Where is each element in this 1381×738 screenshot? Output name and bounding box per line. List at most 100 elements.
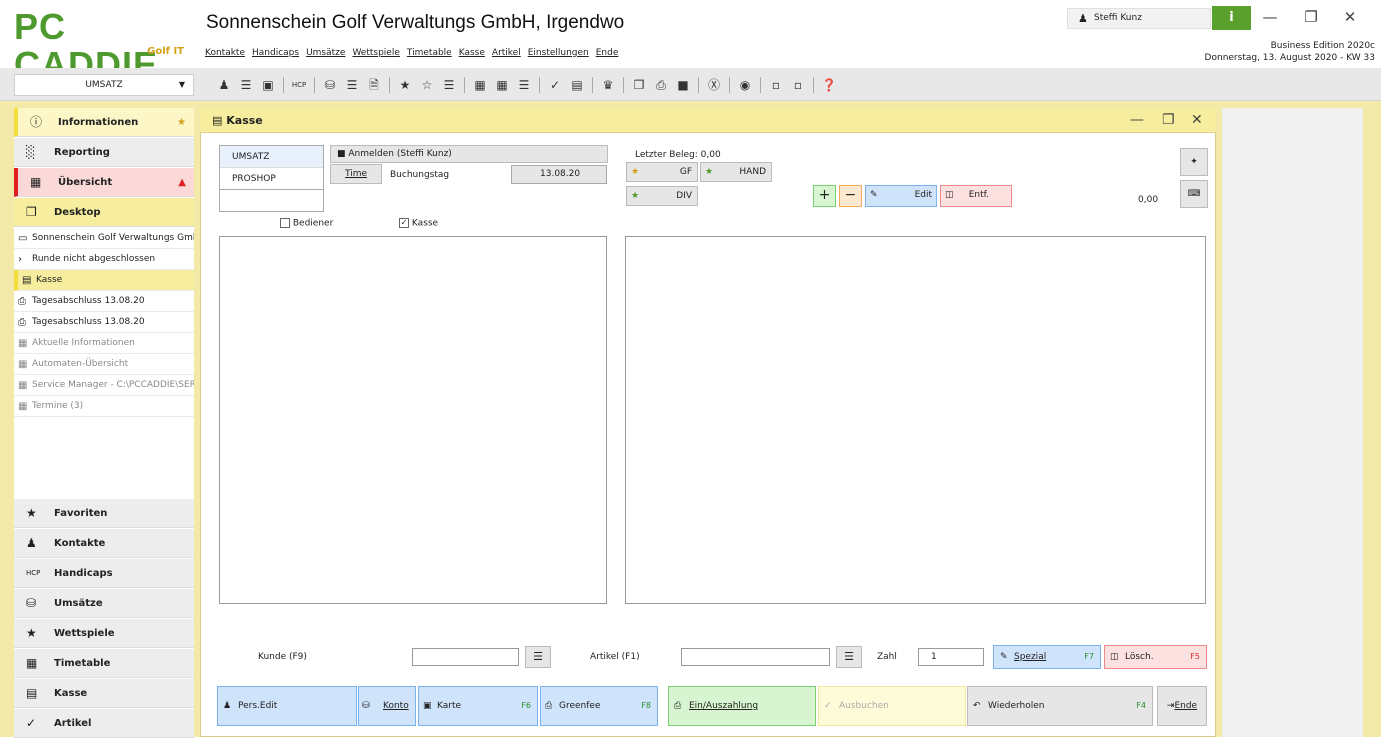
star-icon[interactable]: ★: [177, 108, 186, 137]
menu-kasse[interactable]: Kasse: [459, 48, 485, 58]
total-value: 0,00: [1138, 195, 1159, 205]
sidebar-item-timetable[interactable]: ▦ Timetable: [14, 649, 194, 678]
sidebar-item-kasse[interactable]: ▤ Kasse: [14, 679, 194, 708]
desktop-item[interactable]: ▦ Termine (3): [14, 396, 194, 417]
menu-handicaps[interactable]: Handicaps: [252, 48, 299, 58]
sidebar-item-artikel[interactable]: ✓ Artikel: [14, 709, 194, 738]
golf-bag-icon[interactable]: ♛: [597, 77, 619, 93]
mode-select[interactable]: UMSATZ ▼: [14, 74, 194, 96]
gf-button[interactable]: ★ GF: [626, 162, 698, 182]
restore-icon[interactable]: ❐: [1301, 8, 1321, 26]
kunde-list-button[interactable]: ☰: [525, 646, 551, 668]
help-icon[interactable]: ❓: [818, 77, 840, 93]
mode-select-value: UMSATZ: [85, 80, 123, 90]
sidebar-item-desktop[interactable]: ❐ Desktop: [14, 198, 194, 227]
info-button[interactable]: i: [1212, 6, 1251, 30]
coins-icon[interactable]: ⛁: [319, 77, 341, 93]
window-icon[interactable]: ❐: [628, 77, 650, 93]
pers-edit-button[interactable]: ♟ Pers.Edit: [217, 686, 357, 726]
sidebar-item-reporting[interactable]: ░ Reporting: [14, 138, 194, 167]
desktop-item[interactable]: ⎙ Tagesabschluss 13.08.20: [14, 291, 194, 312]
hand-button[interactable]: ★ HAND: [700, 162, 772, 182]
minus-button[interactable]: −: [839, 185, 862, 207]
login-button[interactable]: ■ Anmelden (Steffi Kunz): [330, 145, 608, 163]
desktop-item[interactable]: ▦ Aktuelle Informationen: [14, 333, 194, 354]
menu-umsaetze[interactable]: Umsätze: [306, 48, 345, 58]
right-list-pane[interactable]: [625, 236, 1206, 604]
sidebar-item-umsaetze[interactable]: ⛁ Umsätze: [14, 589, 194, 618]
document-icon[interactable]: 🗎: [363, 77, 385, 93]
karte-button[interactable]: ▣ Karte F6: [418, 686, 538, 726]
trophy-outline-icon[interactable]: ☆: [416, 77, 438, 93]
sidebar-item-favoriten[interactable]: ★ Favoriten: [14, 499, 194, 528]
bediener-checkbox[interactable]: Bediener: [280, 218, 333, 229]
zahl-input[interactable]: 1: [918, 648, 984, 666]
kasse-checkbox[interactable]: ✓ Kasse: [399, 218, 438, 229]
list-icon[interactable]: ☰: [513, 77, 535, 93]
einauszahlung-button[interactable]: ⎙ Ein/Auszahlung: [668, 686, 816, 726]
desktop-item-active[interactable]: ▤ Kasse: [14, 270, 194, 291]
list-icon[interactable]: ☰: [438, 77, 460, 93]
entf-button[interactable]: ◫ Entf.: [940, 185, 1012, 207]
sidebar-item-handicaps[interactable]: HCP Handicaps: [14, 559, 194, 588]
menu-artikel[interactable]: Artikel: [492, 48, 521, 58]
sidebar-item-uebersicht[interactable]: ▦ Übersicht ▲: [14, 168, 194, 197]
wiederholen-button[interactable]: ↶ Wiederholen F4: [967, 686, 1153, 726]
word-icon[interactable]: ▫: [765, 77, 787, 93]
excel-icon[interactable]: ▫: [787, 77, 809, 93]
list-icon[interactable]: ☰: [235, 77, 257, 93]
menu-kontakte[interactable]: Kontakte: [205, 48, 245, 58]
restore-icon[interactable]: ❐: [1162, 108, 1175, 133]
desktop-item[interactable]: ▦ Service Manager - C:\PCCADDIE\SERVICE: [14, 375, 194, 396]
konto-button[interactable]: ⛁ Konto: [358, 686, 416, 726]
sidebar-item-informationen[interactable]: ⓘ Informationen ★: [14, 108, 194, 137]
person-card-icon[interactable]: ▣: [257, 77, 279, 93]
desktop-item[interactable]: ▦ Automaten-Übersicht: [14, 354, 194, 375]
tab-proshop[interactable]: PROSHOP: [220, 168, 323, 190]
left-list-pane[interactable]: [219, 236, 607, 604]
contact-icon[interactable]: ♟: [213, 77, 235, 93]
menu-timetable[interactable]: Timetable: [407, 48, 452, 58]
list-icon[interactable]: ☰: [341, 77, 363, 93]
div-button[interactable]: ★ DIV: [626, 186, 698, 206]
spezial-button[interactable]: ✎ Spezial F7: [993, 645, 1101, 669]
keyboard-icon[interactable]: ⌨: [1180, 180, 1208, 208]
desktop-item[interactable]: ⎙ Tagesabschluss 13.08.20: [14, 312, 194, 333]
ende-button[interactable]: ⇥Ende: [1157, 686, 1207, 726]
calendar-icon[interactable]: ▦: [491, 77, 513, 93]
minimize-icon[interactable]: —: [1260, 8, 1280, 26]
minimize-icon[interactable]: —: [1130, 108, 1144, 133]
globe-icon[interactable]: ◉: [734, 77, 756, 93]
close-icon[interactable]: ✕: [1191, 108, 1203, 133]
sidebar-item-kontakte[interactable]: ♟ Kontakte: [14, 529, 194, 558]
close-icon[interactable]: ✕: [1340, 8, 1360, 26]
desktop-item[interactable]: ▭ Sonnenschein Golf Verwaltungs GmbH: [14, 228, 194, 249]
time-button[interactable]: Time: [330, 164, 382, 184]
menu-wettspiele[interactable]: Wettspiele: [352, 48, 399, 58]
menu-einstellungen[interactable]: Einstellungen: [528, 48, 589, 58]
plus-button[interactable]: +: [813, 185, 836, 207]
calendar-icon[interactable]: ▦: [469, 77, 491, 93]
wand-icon[interactable]: ✦: [1180, 148, 1208, 176]
ausbuchen-button[interactable]: ✓ Ausbuchen: [818, 686, 966, 726]
g-circle-icon[interactable]: Ⓧ: [703, 77, 725, 93]
buchungstag-field[interactable]: 13.08.20: [511, 165, 607, 184]
kunde-input[interactable]: [412, 648, 519, 666]
lock-icon[interactable]: ■: [672, 77, 694, 93]
register-icon[interactable]: ▤: [566, 77, 588, 93]
edit-button[interactable]: ✎ Edit: [865, 185, 937, 207]
user-box[interactable]: ♟ Steffi Kunz: [1067, 8, 1211, 29]
printer-icon[interactable]: ⎙: [650, 77, 672, 93]
hcp-icon[interactable]: HCP: [288, 77, 310, 93]
artikel-list-button[interactable]: ☰: [836, 646, 862, 668]
menu-ende[interactable]: Ende: [596, 48, 619, 58]
loesch-button[interactable]: ◫ Lösch. F5: [1104, 645, 1207, 669]
bell-icon[interactable]: ▲: [178, 168, 186, 197]
tab-umsatz[interactable]: UMSATZ: [220, 146, 323, 168]
artikel-input[interactable]: [681, 648, 830, 666]
greenfee-button[interactable]: ⎙ Greenfee F8: [540, 686, 658, 726]
desktop-item[interactable]: › Runde nicht abgeschlossen: [14, 249, 194, 270]
sidebar-item-wettspiele[interactable]: ★ Wettspiele: [14, 619, 194, 648]
cart-icon[interactable]: ✓: [544, 77, 566, 93]
trophy-icon[interactable]: ★: [394, 77, 416, 93]
